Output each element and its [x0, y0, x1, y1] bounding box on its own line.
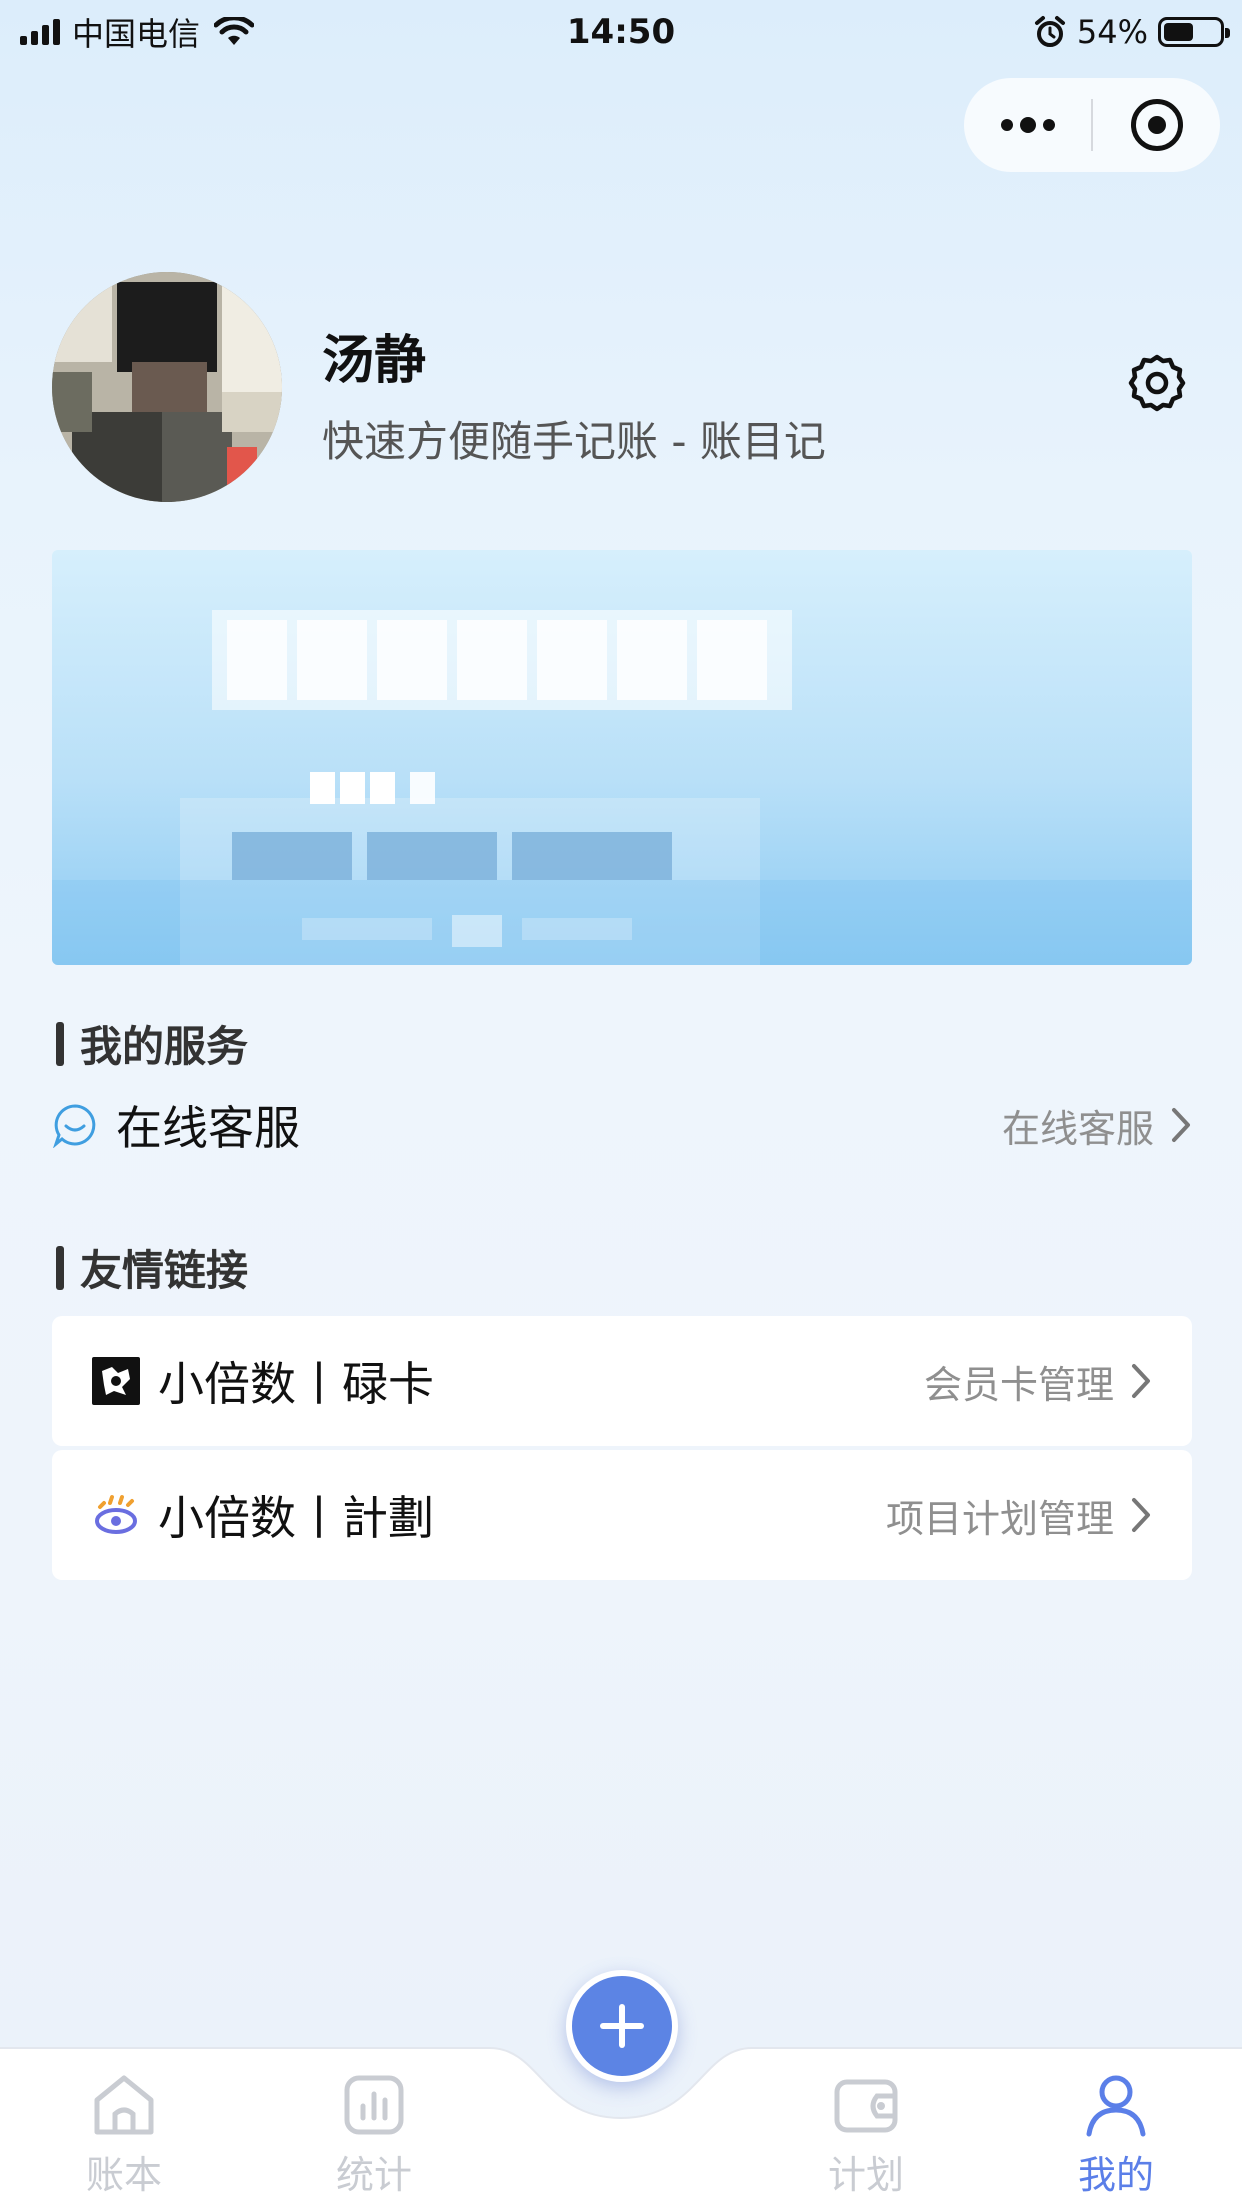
wallet-icon [834, 2079, 898, 2133]
chevron-right-icon [1132, 1364, 1150, 1398]
settings-gear-icon[interactable] [1126, 352, 1188, 414]
tab-label: 我的 [1077, 2153, 1154, 2197]
avatar[interactable] [52, 272, 282, 502]
avatar-image [52, 272, 282, 502]
battery-percent: 54% [1076, 13, 1148, 51]
link-right: 项目计划管理 [886, 1488, 1152, 1543]
chart-icon [344, 2075, 404, 2135]
chat-bubble-icon [53, 1104, 96, 1148]
service-right: 在线客服 [1002, 1098, 1192, 1153]
service-online-support[interactable]: 在线客服 在线客服 [52, 1087, 1192, 1163]
plus-icon-vertical [619, 2004, 625, 2048]
tab-mine[interactable]: 我的 [1036, 2070, 1196, 2206]
section-title-bar [56, 1245, 64, 1290]
link-label: 小倍数丨碌卡 [158, 1357, 434, 1411]
plan-app-logo-icon [95, 1495, 137, 1534]
section-title-services: 我的服务 [56, 1013, 248, 1074]
banner-image [52, 610, 1192, 965]
target-icon [1130, 99, 1183, 151]
section-title-text: 我的服务 [80, 1022, 249, 1071]
battery-icon [1158, 17, 1230, 47]
section-title-text: 友情链接 [80, 1246, 249, 1295]
tab-label: 计划 [827, 2153, 904, 2197]
status-bar: 中国电信 14:50 54% [0, 0, 1242, 62]
status-right: 54% [1033, 10, 1230, 54]
section-title-bar [56, 1021, 64, 1066]
tab-ledger[interactable]: 账本 [44, 2070, 204, 2206]
user-icon [1086, 2075, 1146, 2137]
close-miniprogram-button[interactable] [1093, 78, 1220, 172]
more-dot-icon [1042, 119, 1055, 131]
capsule-menu [964, 78, 1220, 172]
tab-plan[interactable]: 计划 [786, 2070, 946, 2206]
promo-banner[interactable] [52, 550, 1192, 965]
link-hint: 项目计划管理 [885, 1496, 1114, 1541]
user-slogan: 快速方便随手记账 - 账目记 [322, 417, 826, 466]
add-record-button[interactable] [566, 1970, 678, 2082]
chevron-right-icon [1132, 1498, 1150, 1532]
more-dot-icon [1000, 119, 1013, 131]
tab-label: 账本 [85, 2153, 162, 2197]
card-app-logo-icon [92, 1357, 140, 1405]
link-label: 小倍数丨計劃 [158, 1491, 434, 1545]
user-name: 汤静 [322, 331, 427, 391]
alarm-icon [1034, 16, 1065, 47]
service-label: 在线客服 [116, 1101, 300, 1155]
link-right: 会员卡管理 [924, 1354, 1152, 1409]
link-hint: 会员卡管理 [923, 1362, 1114, 1407]
link-card-membership[interactable]: 小倍数丨碌卡 会员卡管理 [52, 1316, 1192, 1446]
home-icon [94, 2075, 154, 2135]
battery-fill [1164, 23, 1194, 41]
link-card-plan[interactable]: 小倍数丨計劃 项目计划管理 [52, 1450, 1192, 1580]
section-title-links: 友情链接 [56, 1237, 248, 1298]
more-options-button[interactable] [964, 78, 1091, 172]
more-dot-icon [1019, 117, 1036, 133]
chevron-right-icon [1172, 1108, 1190, 1142]
service-hint: 在线客服 [1001, 1106, 1154, 1151]
tab-statistics[interactable]: 统计 [294, 2070, 454, 2206]
tab-label: 统计 [335, 2153, 412, 2197]
